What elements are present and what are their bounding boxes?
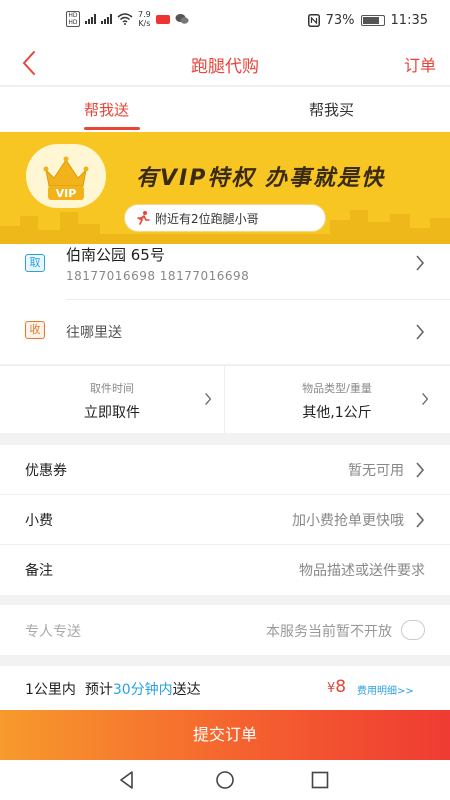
submit-order-button[interactable]: 提交订单 — [0, 710, 450, 760]
pickup-phones: 18177016698 18177016698 — [66, 269, 250, 283]
note-label: 备注 — [25, 563, 53, 579]
vip-badge-text: VIP — [56, 187, 77, 200]
address-section: 取 伯南公园 65号 18177016698 18177016698 收 往哪里… — [0, 244, 450, 364]
signal-icon-1 — [85, 14, 96, 24]
signal-icon-2 — [101, 14, 112, 24]
eta-time: 30分钟内 — [112, 682, 173, 698]
pickup-time-value: 立即取件 — [84, 405, 140, 421]
status-bar: HD HD 7.9 K/s 73% 11:35 — [0, 0, 450, 40]
coupon-label: 优惠券 — [25, 463, 67, 479]
chevron-right-icon — [416, 512, 425, 528]
clock: 11:35 — [390, 13, 428, 28]
price-value: 8 — [335, 677, 347, 697]
pickup-tag: 取 — [25, 254, 45, 272]
delivery-address-placeholder: 往哪里送 — [66, 325, 122, 341]
nfc-icon — [307, 14, 320, 27]
pickup-time-label: 取件时间 — [90, 382, 134, 395]
status-right: 73% 11:35 — [307, 13, 428, 28]
tab-buy-for-me[interactable]: 帮我买 — [309, 99, 354, 120]
item-type-cell[interactable]: 物品类型/重量 其他,1公斤 — [225, 366, 449, 434]
notification-app-icon — [155, 14, 170, 24]
exclusive-delivery-label: 专人专送 — [25, 624, 81, 640]
system-nav-bar — [0, 760, 450, 800]
order-summary: 1公里内 预计30分钟内送达 ¥8 费用明细>> — [0, 666, 450, 710]
eta-prefix: 预计 — [84, 682, 113, 698]
tip-label: 小费 — [25, 513, 53, 529]
note-input[interactable]: 物品描述或送件要求 — [299, 560, 425, 580]
chevron-right-icon — [416, 462, 425, 478]
coupon-row[interactable]: 优惠券 暂无可用 — [0, 445, 450, 495]
delivery-tag: 收 — [25, 321, 45, 339]
tip-row[interactable]: 小费 加小费抢单更快哦 — [0, 495, 450, 545]
battery-percent: 73% — [325, 13, 355, 28]
pickup-info-section: 取件时间 立即取件 物品类型/重量 其他,1公斤 — [0, 365, 450, 434]
order-price: ¥8 — [327, 677, 346, 697]
eta-suffix: 送达 — [172, 682, 201, 698]
wifi-icon — [117, 13, 133, 25]
vip-headline: 有VIP特权 办事就是快 — [136, 166, 385, 191]
net-speed-unit: K/s — [138, 19, 151, 28]
delivery-estimate: 1公里内 预计30分钟内送达 — [25, 679, 201, 699]
battery-fill — [362, 17, 379, 24]
orders-link[interactable]: 订单 — [404, 52, 436, 76]
nearby-couriers-text: 附近有2位跑腿小哥 — [155, 211, 259, 226]
chevron-right-icon — [416, 255, 425, 271]
delivery-address-row[interactable]: 收 往哪里送 — [0, 300, 450, 364]
fee-details-link[interactable]: 费用明细>> — [357, 682, 414, 697]
note-row[interactable]: 备注 物品描述或送件要求 — [0, 545, 450, 595]
status-left: HD HD 7.9 K/s — [66, 10, 189, 28]
wechat-icon — [175, 14, 189, 24]
exclusive-delivery-row: 专人专送 本服务当前暂不开放 — [0, 605, 450, 655]
pickup-address-row[interactable]: 取 伯南公园 65号 18177016698 18177016698 — [0, 244, 450, 300]
vip-crown-icon: VIP — [26, 144, 106, 208]
pickup-time-cell[interactable]: 取件时间 立即取件 — [0, 366, 224, 434]
nearby-couriers-pill: 附近有2位跑腿小哥 — [124, 204, 326, 232]
distance-text: 1公里内 — [25, 682, 76, 698]
back-triangle-icon[interactable] — [117, 770, 137, 790]
page-title: 跑腿代购 — [191, 57, 259, 77]
order-options: 优惠券 暂无可用 小费 加小费抢单更快哦 备注 物品描述或送件要求 — [0, 445, 450, 595]
sim-hd-icon: HD HD — [66, 11, 80, 27]
item-type-label: 物品类型/重量 — [302, 382, 372, 395]
tip-value: 加小费抢单更快哦 — [292, 513, 404, 529]
exclusive-delivery-status: 本服务当前暂不开放 — [266, 624, 392, 640]
chevron-right-icon — [205, 392, 212, 406]
recents-square-icon[interactable] — [310, 770, 330, 790]
vip-banner[interactable]: VIP 有VIP特权 办事就是快 附近有2位跑腿小哥 — [0, 132, 450, 244]
net-speed: 7.9 K/s — [138, 10, 151, 28]
exclusive-delivery-checkbox[interactable] — [401, 620, 425, 640]
tab-bar: 帮我送 帮我买 — [0, 87, 450, 132]
home-circle-icon[interactable] — [215, 770, 235, 790]
nav-bar: 跑腿代购 订单 — [0, 40, 450, 86]
active-tab-indicator — [84, 127, 140, 130]
tab-send-for-me[interactable]: 帮我送 — [84, 99, 129, 120]
pickup-address: 伯南公园 65号 — [66, 246, 165, 264]
item-type-value: 其他,1公斤 — [302, 405, 372, 421]
net-speed-value: 7.9 — [138, 10, 151, 19]
battery-icon — [360, 15, 385, 26]
coupon-value: 暂无可用 — [348, 463, 404, 479]
chevron-right-icon — [416, 324, 425, 340]
chevron-right-icon — [422, 392, 429, 406]
runner-icon — [137, 211, 150, 225]
